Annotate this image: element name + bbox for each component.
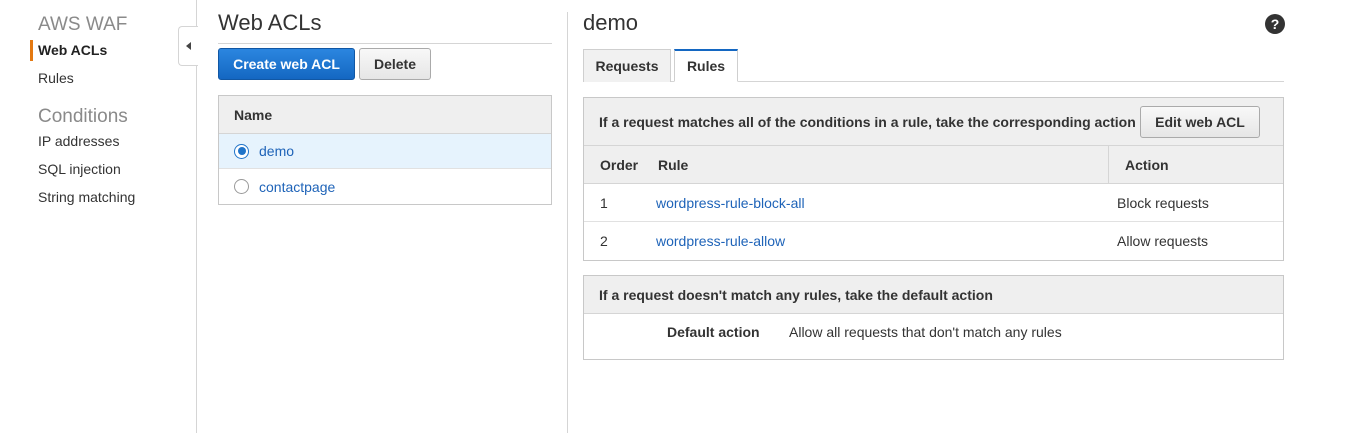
collapse-left-icon xyxy=(186,42,191,50)
default-action-value: Allow all requests that don't match any … xyxy=(789,324,1062,340)
rule-name-cell: wordpress-rule-block-all xyxy=(651,184,1109,222)
edit-web-acl-button[interactable]: Edit web ACL xyxy=(1140,106,1260,138)
rule-order: 2 xyxy=(600,233,608,249)
sidebar-item-ip-addresses[interactable]: IP addresses xyxy=(38,133,119,149)
detail-title: demo xyxy=(583,10,639,35)
panel-divider xyxy=(567,12,568,433)
row-radio[interactable] xyxy=(234,179,249,194)
sidebar-active-indicator xyxy=(30,40,33,61)
sidebar-collapse-button[interactable] xyxy=(178,26,198,66)
rules-box: If a request matches all of the conditio… xyxy=(583,97,1284,261)
radio-dot-icon xyxy=(237,147,246,155)
page-title: Web ACLs xyxy=(218,10,322,35)
default-box-heading: If a request doesn't match any rules, ta… xyxy=(584,276,1283,314)
sidebar: AWS WAF Web ACLs Rules Conditions IP add… xyxy=(0,0,197,433)
rule-name-cell: wordpress-rule-allow xyxy=(651,222,1109,260)
column-header-name: Name xyxy=(219,96,551,134)
row-radio[interactable] xyxy=(234,143,249,159)
sidebar-item-string-matching[interactable]: String matching xyxy=(38,189,135,205)
rule-order: 1 xyxy=(584,184,651,222)
default-action-label: Default action xyxy=(667,324,760,340)
tab-requests[interactable]: Requests xyxy=(583,49,671,82)
sidebar-title: AWS WAF xyxy=(38,14,128,35)
rule-link[interactable]: wordpress-rule-block-all xyxy=(656,195,805,211)
rule-action: Allow requests xyxy=(1117,233,1209,249)
table-row[interactable]: demo xyxy=(219,134,551,169)
table-row[interactable]: contactpage xyxy=(219,169,551,204)
column-header-rule: Rule xyxy=(651,146,1109,184)
sidebar-section-conditions: Conditions xyxy=(38,106,128,127)
web-acl-table: Name demo contactpage xyxy=(218,95,552,205)
rules-table: Order Rule Action 1 wordpress-rule-block… xyxy=(584,146,1283,260)
sidebar-item-sql-injection[interactable]: SQL injection xyxy=(38,161,121,177)
sidebar-item-web-acls[interactable]: Web ACLs xyxy=(38,42,107,58)
delete-button[interactable]: Delete xyxy=(359,48,431,80)
sidebar-item-rules[interactable]: Rules xyxy=(38,70,74,86)
default-action-box: If a request doesn't match any rules, ta… xyxy=(583,275,1284,360)
acl-name-link[interactable]: demo xyxy=(259,143,294,159)
acl-name-link[interactable]: contactpage xyxy=(259,179,335,195)
rules-box-heading-text: If a request matches all of the conditio… xyxy=(599,113,1136,130)
tab-rules[interactable]: Rules xyxy=(674,49,738,82)
rule-action: Block requests xyxy=(1109,184,1283,222)
title-divider xyxy=(218,43,552,44)
rule-link[interactable]: wordpress-rule-allow xyxy=(656,233,785,249)
column-header-order: Order xyxy=(584,146,651,184)
column-header-action: Action xyxy=(1109,146,1283,184)
create-web-acl-button[interactable]: Create web ACL xyxy=(218,48,355,80)
rules-box-heading: If a request matches all of the conditio… xyxy=(584,98,1283,146)
help-icon[interactable]: ? xyxy=(1265,14,1285,34)
